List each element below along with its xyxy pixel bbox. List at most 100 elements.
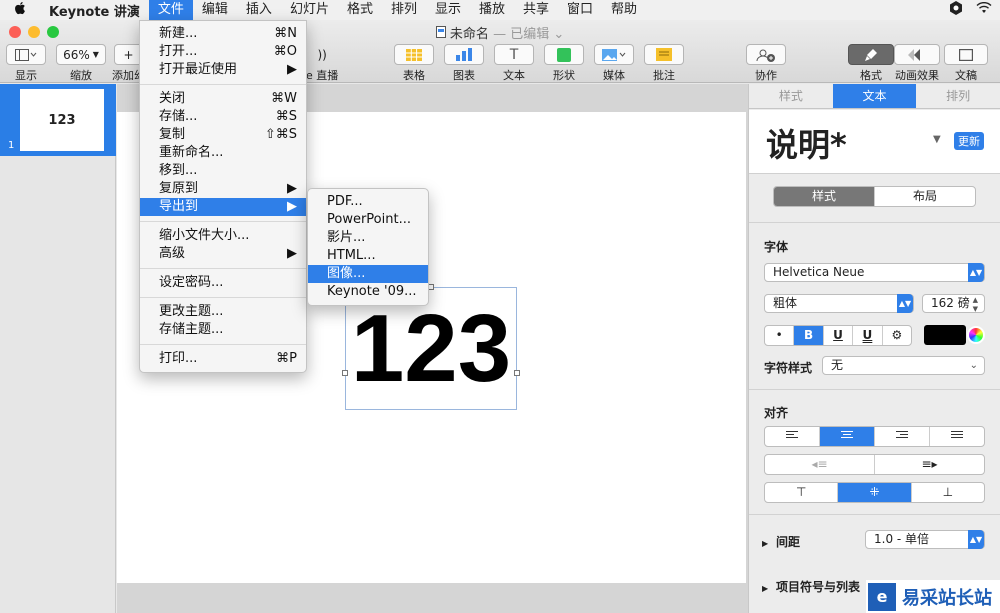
updown-arrows-icon: ▲▼ — [968, 263, 984, 282]
export-html[interactable]: HTML... — [308, 247, 428, 265]
slide-thumbnail-selected[interactable]: 123 1 — [0, 84, 116, 156]
align-bottom-icon[interactable]: ⊥ — [912, 483, 984, 502]
shape-button[interactable]: 形状 — [544, 44, 584, 83]
stepper-icon[interactable]: ▲ ▼ — [973, 296, 978, 314]
menu-item-open[interactable]: 打开... ⌘O — [140, 43, 306, 61]
bullets-label: 项目符号与列表 — [775, 580, 860, 594]
menu-item-open-recent[interactable]: 打开最近使用 ▶ — [140, 61, 306, 79]
menu-item-duplicate[interactable]: 复制 ⇧⌘S — [140, 126, 306, 144]
menu-bar: Keynote 讲演 文件 编辑 插入 幻灯片 格式 排列 显示 播放 共享 窗… — [0, 0, 1000, 20]
slide-thumbnail[interactable]: 123 — [20, 89, 104, 151]
menu-insert[interactable]: 插入 — [237, 0, 281, 20]
font-size-field[interactable]: 162 磅 ▲ ▼ — [922, 294, 985, 313]
document-icon — [435, 26, 450, 42]
menu-file[interactable]: 文件 — [148, 0, 193, 20]
double-underline-button[interactable]: U — [853, 326, 883, 345]
export-images[interactable]: 图像... — [308, 265, 428, 283]
spacing-row[interactable]: ▶ 间距 — [762, 533, 800, 550]
export-keynote-09[interactable]: Keynote '09... — [308, 283, 428, 301]
resize-handle[interactable] — [342, 370, 348, 376]
text-button[interactable]: T 文本 — [494, 44, 534, 83]
menu-item-close[interactable]: 关闭 ⌘W — [140, 90, 306, 108]
tab-text[interactable]: 文本 — [832, 84, 917, 108]
menu-format[interactable]: 格式 — [338, 0, 382, 20]
spacing-popup[interactable]: 1.0 - 单倍 ▲▼ — [865, 530, 985, 549]
divider — [749, 389, 1000, 390]
menu-view[interactable]: 显示 — [426, 0, 470, 20]
align-right-icon[interactable] — [875, 427, 930, 446]
menu-item-change-theme[interactable]: 更改主题... — [140, 303, 306, 321]
decrease-indent-icon[interactable]: ◂≡ — [765, 455, 875, 474]
menu-help[interactable]: 帮助 — [602, 0, 646, 20]
disclosure-triangle-icon[interactable]: ▶ — [762, 539, 768, 548]
animate-button[interactable]: 动画效果 — [894, 44, 940, 83]
underline-button[interactable]: U — [824, 326, 854, 345]
bullet-button[interactable]: • — [765, 326, 795, 345]
update-style-button[interactable]: 更新 — [954, 132, 984, 150]
media-button[interactable]: 媒体 — [594, 44, 634, 83]
align-middle-icon[interactable]: ⁜ — [838, 483, 912, 502]
resize-handle[interactable] — [514, 370, 520, 376]
paragraph-style-picker[interactable]: 说明* ▼ 更新 — [749, 110, 1000, 174]
menu-item-revert-to[interactable]: 复原到 ▶ — [140, 180, 306, 198]
menu-item-new[interactable]: 新建... ⌘N — [140, 25, 306, 43]
menu-edit[interactable]: 编辑 — [193, 0, 237, 20]
text-color-swatch[interactable] — [924, 325, 966, 345]
zoom-button[interactable]: 66% ▼ 缩放 — [56, 44, 106, 83]
format-button[interactable]: 格式 — [848, 44, 894, 83]
menu-item-move-to[interactable]: 移到... — [140, 162, 306, 180]
align-top-icon[interactable]: ⊤ — [765, 483, 839, 502]
wifi-icon[interactable] — [976, 1, 992, 18]
bold-button[interactable]: B — [794, 326, 824, 345]
table-button[interactable]: 表格 — [394, 44, 434, 83]
comment-button[interactable]: 批注 — [644, 44, 684, 83]
disclosure-triangle-icon[interactable]: ▶ — [762, 584, 768, 593]
format-label: 格式 — [860, 69, 882, 82]
chart-button[interactable]: 图表 — [444, 44, 484, 83]
bullets-row[interactable]: ▶ 项目符号与列表 — [762, 578, 860, 595]
tab-style[interactable]: 样式 — [749, 84, 833, 108]
menu-item-rename[interactable]: 重新命名... — [140, 144, 306, 162]
menu-item-set-password[interactable]: 设定密码... — [140, 274, 306, 292]
font-weight-popup[interactable]: 粗体 ▲▼ — [764, 294, 914, 313]
menu-item-save-theme[interactable]: 存储主题... — [140, 321, 306, 339]
menu-item-print[interactable]: 打印... ⌘P — [140, 350, 306, 368]
char-style-popup[interactable]: 无 ⌄ — [822, 356, 985, 375]
apple-icon[interactable] — [0, 1, 40, 19]
collaborate-button[interactable]: 协作 — [746, 44, 786, 83]
document-edited-status[interactable]: — 已编辑 ⌄ — [493, 27, 564, 42]
menu-play[interactable]: 播放 — [470, 0, 514, 20]
subtab-layout[interactable]: 布局 — [875, 187, 975, 206]
menu-separator — [140, 221, 306, 222]
menu-app-name[interactable]: Keynote 讲演 — [40, 1, 149, 20]
export-powerpoint[interactable]: PowerPoint... — [308, 211, 428, 229]
align-justify-icon[interactable] — [930, 427, 984, 446]
align-center-icon[interactable] — [820, 427, 875, 446]
animate-label: 动画效果 — [895, 69, 939, 82]
document-inspector-button[interactable]: 文稿 — [944, 44, 988, 83]
export-movie[interactable]: 影片... — [308, 229, 428, 247]
divider — [749, 222, 1000, 223]
align-left-icon[interactable] — [765, 427, 820, 446]
menu-arrange[interactable]: 排列 — [382, 0, 426, 20]
char-style-value: 无 — [831, 358, 844, 372]
increase-indent-icon[interactable]: ≡▸ — [875, 455, 984, 474]
menu-item-save[interactable]: 存储... ⌘S — [140, 108, 306, 126]
document-title-text: 未命名 — [449, 27, 489, 42]
menu-slide[interactable]: 幻灯片 — [281, 0, 338, 20]
menu-window[interactable]: 窗口 — [558, 0, 602, 20]
menu-item-advanced[interactable]: 高级 ▶ — [140, 245, 306, 263]
menu-item-export-to[interactable]: 导出到 ▶ — [140, 198, 306, 216]
gear-icon[interactable]: ⚙ — [883, 326, 911, 345]
chevron-down-icon[interactable]: ▼ — [933, 134, 941, 145]
menu-share[interactable]: 共享 — [514, 0, 558, 20]
keynote-live-button[interactable]: )) e 直播 — [306, 44, 338, 83]
subtab-style[interactable]: 样式 — [774, 187, 875, 206]
export-pdf[interactable]: PDF... — [308, 193, 428, 211]
view-button[interactable]: 显示 — [6, 44, 46, 83]
status-app-icon[interactable] — [948, 0, 964, 20]
menu-item-reduce-size[interactable]: 缩小文件大小... — [140, 227, 306, 245]
color-wheel-icon[interactable] — [967, 326, 985, 344]
font-family-popup[interactable]: Helvetica Neue ▲▼ — [764, 263, 985, 282]
tab-arrange[interactable]: 排列 — [916, 84, 1000, 108]
